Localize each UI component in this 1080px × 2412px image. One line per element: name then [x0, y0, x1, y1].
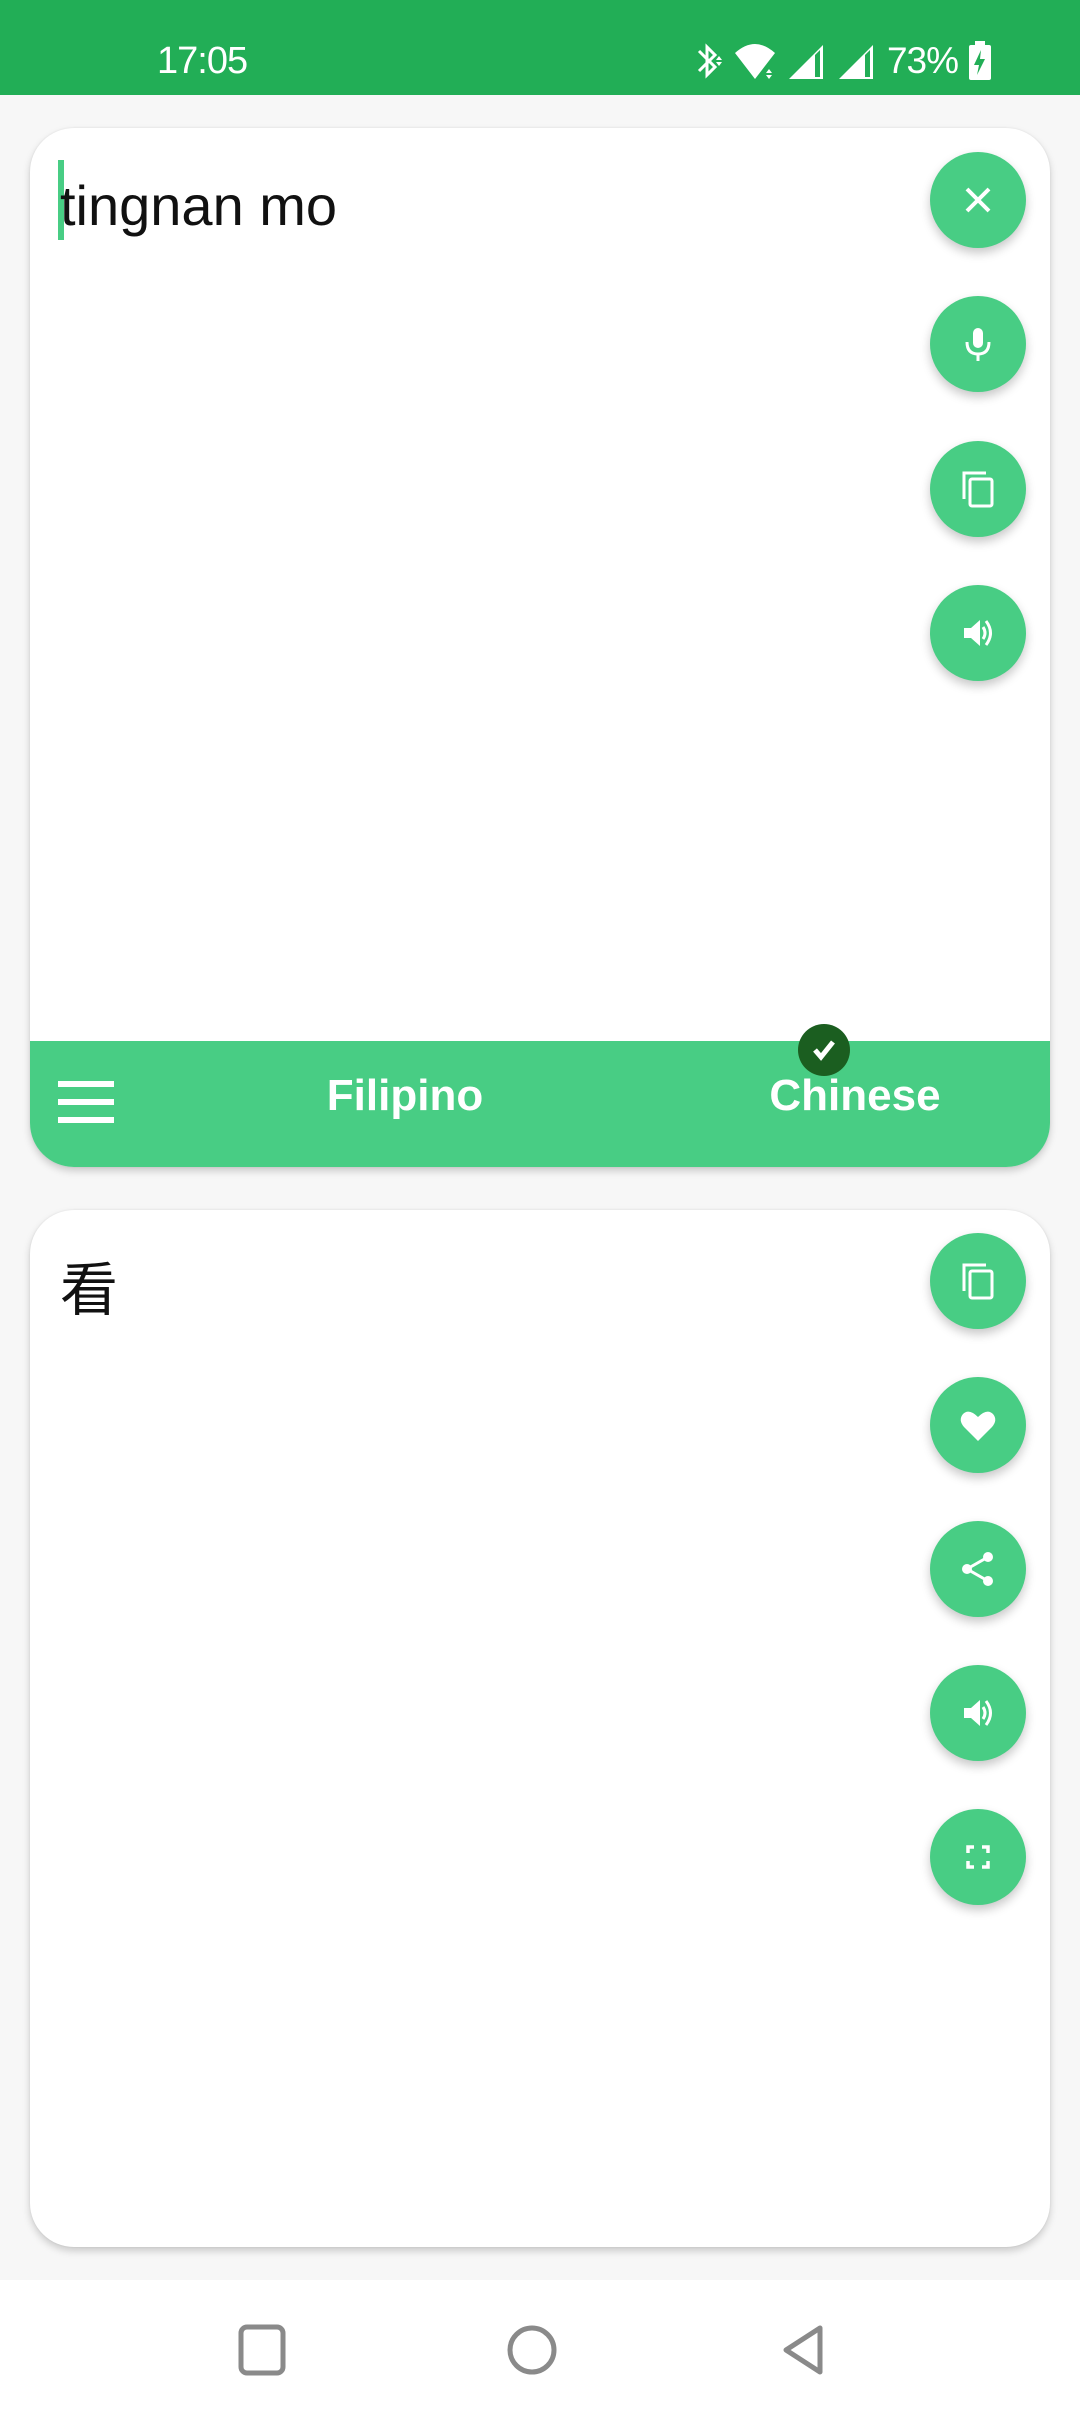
microphone-icon — [965, 328, 991, 361]
source-card: tingnan mo Filipino Chinese — [30, 128, 1050, 1167]
language-bar: Filipino Chinese — [30, 1024, 1050, 1167]
source-text-input[interactable]: tingnan mo — [60, 166, 337, 246]
fullscreen-button[interactable] — [930, 1809, 1026, 1905]
close-icon — [965, 187, 991, 213]
fullscreen-icon — [966, 1845, 990, 1869]
translation-card: 看 — [30, 1210, 1050, 2247]
target-language-selector[interactable]: Chinese — [710, 1071, 1000, 1121]
status-time: 17:05 — [157, 40, 248, 82]
menu-icon-line — [58, 1117, 114, 1123]
check-icon — [813, 1040, 835, 1061]
share-icon — [962, 1552, 993, 1586]
signal-icon — [838, 45, 873, 79]
selected-language-badge — [798, 1024, 850, 1076]
copy-translation-button[interactable] — [930, 1233, 1026, 1329]
speak-translation-button[interactable] — [930, 1665, 1026, 1761]
copy-source-button[interactable] — [930, 441, 1026, 537]
favorite-button[interactable] — [930, 1377, 1026, 1473]
signal-icon — [788, 45, 823, 79]
recents-button[interactable] — [232, 2320, 292, 2380]
menu-icon-line — [58, 1099, 114, 1105]
system-navigation-bar — [0, 2280, 1080, 2412]
speak-source-button[interactable] — [930, 585, 1026, 681]
share-button[interactable] — [930, 1521, 1026, 1617]
wifi-icon — [734, 44, 775, 79]
home-button[interactable] — [502, 2320, 562, 2380]
volume-icon — [964, 1700, 992, 1726]
bluetooth-icon — [697, 43, 722, 79]
back-button[interactable] — [774, 2320, 834, 2380]
source-language-selector[interactable]: Filipino — [260, 1071, 550, 1121]
menu-button[interactable] — [58, 1081, 118, 1125]
status-bar: 17:05 73% — [0, 0, 1080, 95]
copy-icon — [962, 1263, 994, 1300]
clear-button[interactable] — [930, 152, 1026, 248]
home-icon — [507, 2325, 557, 2375]
battery-charging-icon — [969, 41, 991, 80]
menu-icon — [58, 1081, 114, 1087]
status-icons: 73% — [693, 38, 992, 84]
back-icon — [783, 2325, 823, 2375]
volume-icon — [964, 620, 992, 646]
translated-text: 看 — [60, 1256, 119, 1324]
recents-icon — [238, 2324, 286, 2376]
copy-icon — [962, 471, 994, 508]
heart-icon — [960, 1411, 996, 1441]
battery-percent: 73% — [886, 40, 959, 81]
voice-input-button[interactable] — [930, 296, 1026, 392]
